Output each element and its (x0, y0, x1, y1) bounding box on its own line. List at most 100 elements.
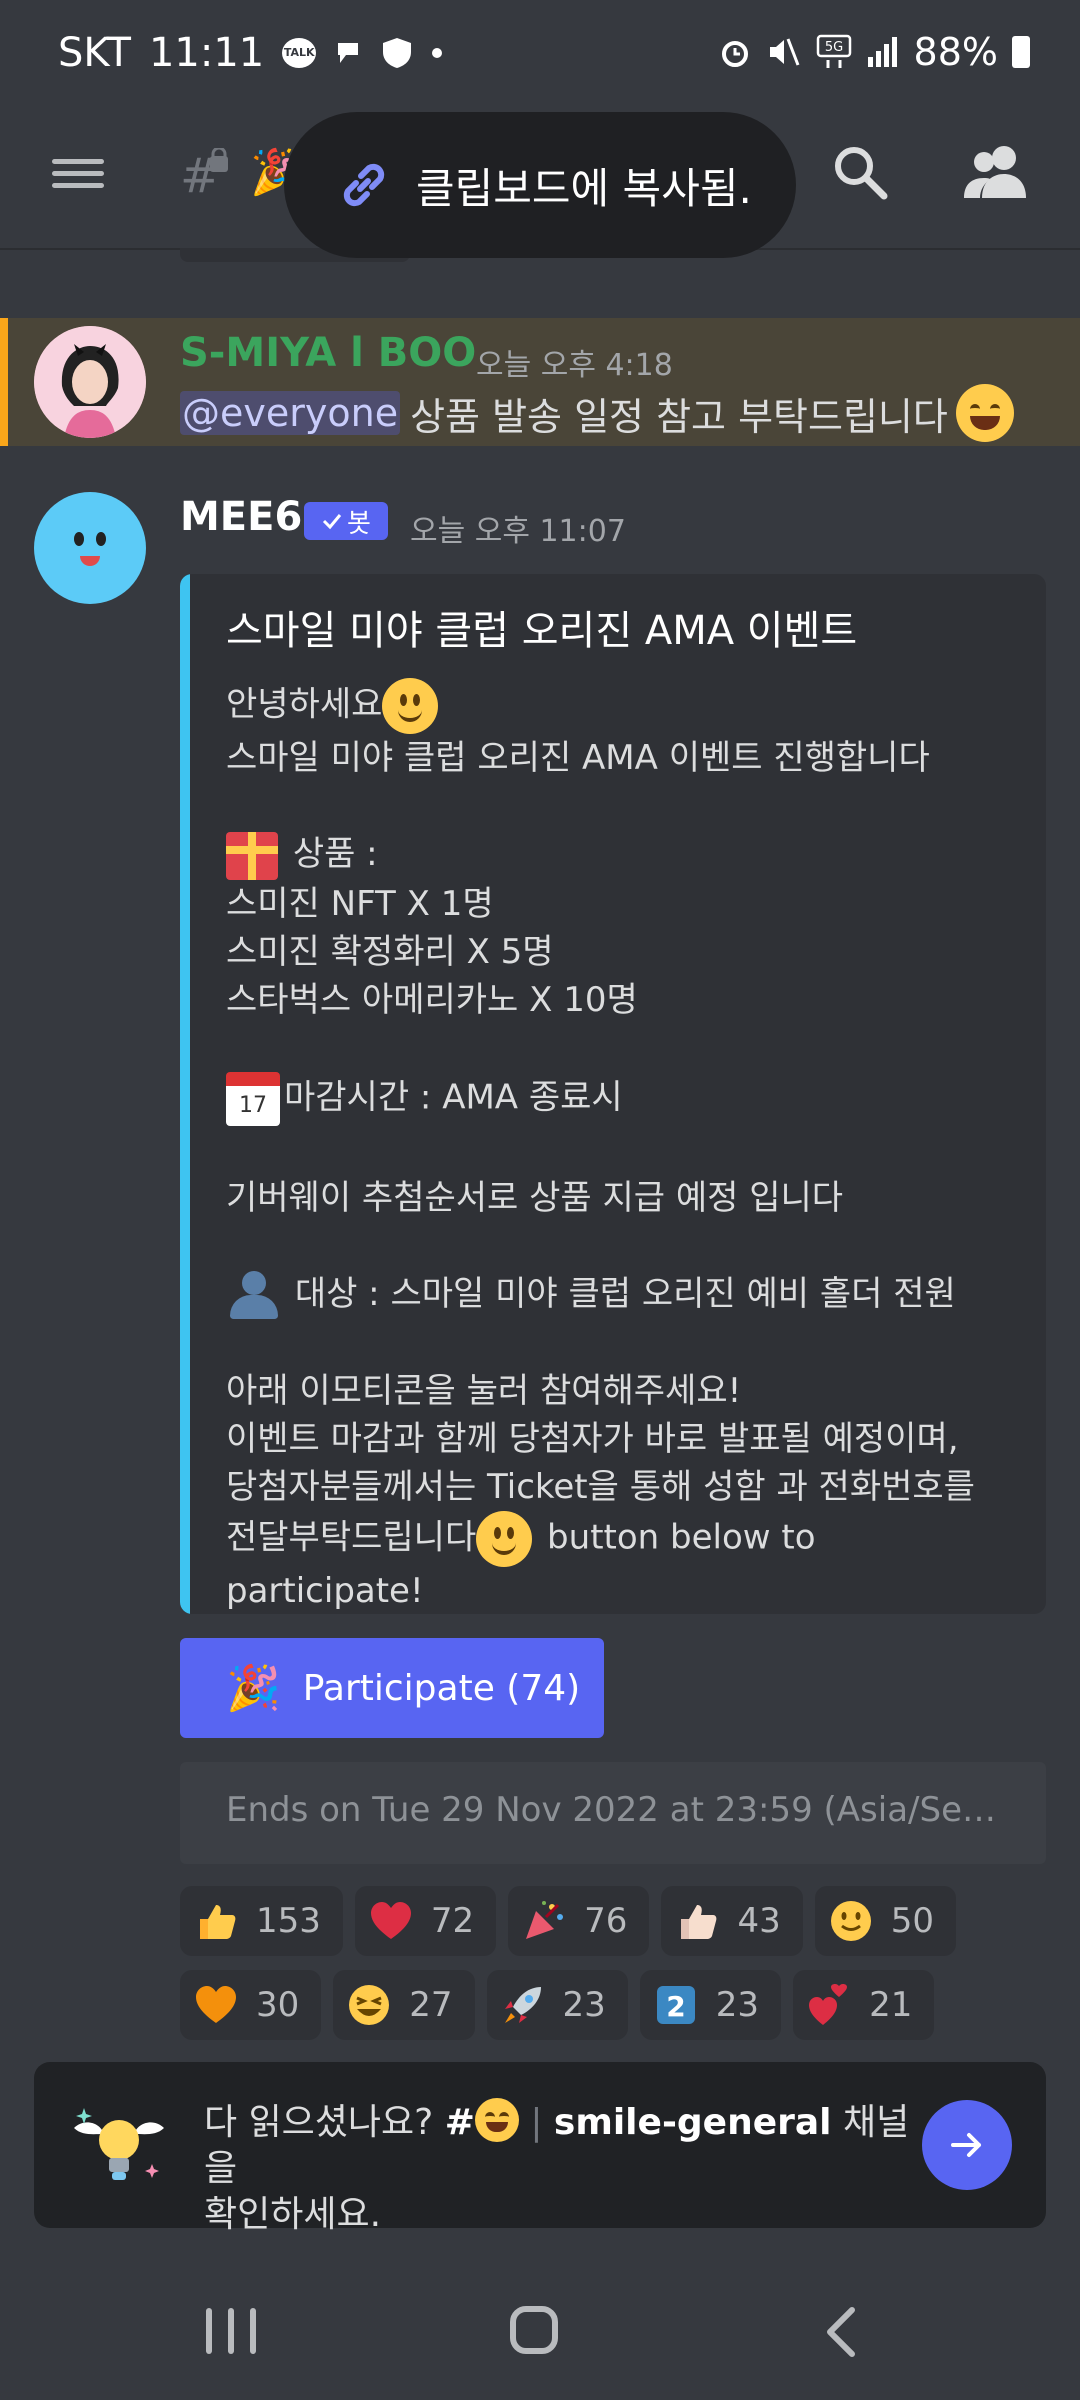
arrow-right-icon (951, 2133, 981, 2157)
battery-icon (1012, 36, 1030, 68)
reaction-heart[interactable]: 72 (354, 1886, 497, 1956)
carrier-label: SKT (58, 30, 131, 76)
read-all-banner[interactable]: 다 읽으셨나요? # | smile-general 채널을 확인하세요. (34, 2062, 1046, 2235)
participate-button[interactable]: 🎉 Participate (74) (180, 1638, 604, 1738)
locked-channel-icon: # (180, 148, 228, 202)
message-content: @everyone 상품 발송 일정 참고 부탁드립니다 (180, 384, 1014, 442)
toast-text: 클립보드에 복사됨. (416, 163, 752, 213)
reaction-row: 153 72 76 43 50 (180, 1886, 1060, 1956)
smiley-icon (382, 678, 439, 734)
reaction-orange-heart[interactable]: 30 (180, 1970, 322, 2040)
reaction-count: 27 (409, 1985, 453, 2025)
embed-accent-bar (180, 574, 190, 1614)
ends-text: Ends on Tue 29 Nov 2022 at 23:59 (Asia/S… (226, 1790, 1006, 1830)
vpn-icon (383, 38, 412, 68)
embed-line: 스미진 NFT X 1명 (226, 883, 494, 924)
embed-line: 마감시간 : AMA 종료시 (284, 1077, 623, 1117)
dot-icon (432, 48, 443, 58)
mute-icon (769, 38, 799, 66)
embed-line: 스타벅스 아메리카노 X 10명 (226, 979, 638, 1020)
banner-line: 확인하세요. (204, 2194, 382, 2235)
reaction-count: 23 (715, 1985, 760, 2025)
embed-line: participate! (226, 1571, 424, 1611)
embed-line: 전달부탁드립니다 (226, 1517, 477, 1558)
embed-line: 스미진 확정화리 X 5명 (226, 931, 554, 972)
copied-toast: 클립보드에 복사됨. (284, 112, 796, 258)
everyone-mention[interactable]: @everyone (180, 391, 401, 435)
talk-icon: TALK (282, 38, 317, 68)
back-button[interactable] (820, 2304, 864, 2360)
status-bar: SKT 11:11 TALK 5G 88% (0, 0, 1080, 110)
reaction-count: 72 (430, 1901, 475, 1941)
reaction-slight-smile[interactable]: 50 (814, 1886, 956, 1956)
embed-line: 대상 : 스마일 미야 클럽 오리진 예비 홀더 전원 (294, 1273, 956, 1314)
avatar[interactable] (34, 326, 146, 438)
grinning-squinting-emoji-icon (955, 384, 1014, 442)
mention-highlight-bar (0, 318, 8, 446)
reaction-count: 23 (562, 1985, 606, 2025)
link-icon (343, 163, 385, 207)
recent-apps-button[interactable] (206, 2308, 256, 2354)
go-to-channel-button[interactable] (922, 2100, 1012, 2190)
reaction-keycap-two[interactable]: 2 23 (639, 1970, 782, 2040)
svg-text:2: 2 (666, 1990, 685, 2023)
message-author[interactable]: S-MIYA l BOO (180, 330, 476, 376)
laughing-icon (474, 2098, 519, 2142)
menu-button[interactable] (52, 152, 104, 204)
channel-link[interactable]: smile-general (554, 2102, 832, 2143)
participate-label: Participate (74) (302, 1667, 581, 1709)
reaction-party[interactable]: 76 (508, 1886, 650, 1956)
reaction-thumbs-up-light[interactable]: 43 (661, 1886, 803, 1956)
ends-info: Ends on Tue 29 Nov 2022 at 23:59 (Asia/S… (180, 1762, 1046, 1864)
message-text: 상품 발송 일정 참고 부탁드립니다 (410, 394, 948, 439)
reaction-count: 153 (256, 1901, 321, 1941)
reaction-row: 30 27 23 2 23 21 (180, 1970, 1060, 2040)
reaction-count: 30 (256, 1985, 300, 2025)
system-nav-bar (0, 2264, 1080, 2400)
keycap-two-icon: 2 (656, 1986, 695, 2024)
reaction-count: 43 (737, 1901, 781, 1941)
reactions: 153 72 76 43 50 30 27 23 2 23 21 (180, 1886, 1060, 2054)
embed-description: 안녕하세요 스마일 미야 클럽 오리진 AMA 이벤트 진행합니다 상품 : 스… (226, 678, 1026, 1614)
reaction-thumbs-up[interactable]: 153 (180, 1886, 343, 1956)
notification-icon (338, 43, 359, 63)
svg-text:5G: 5G (824, 40, 842, 55)
embed-line: 안녕하세요 (226, 684, 383, 725)
slight-smile-icon (476, 1511, 533, 1567)
status-left: SKT 11:11 TALK (58, 30, 443, 76)
bot-author[interactable]: MEE6 (180, 494, 302, 540)
members-icon[interactable] (960, 140, 1030, 206)
winged-lightbulb-icon (74, 2108, 164, 2180)
5g-icon: 5G (816, 34, 851, 68)
thumbs-up-light-icon (681, 1905, 717, 1939)
embed-title: 스마일 미야 클럽 오리진 AMA 이벤트 (226, 608, 858, 654)
embed-line: 이벤트 마감과 함께 당첨자가 바로 발표될 예정이며, (226, 1419, 959, 1459)
embed-line: 상품 : (292, 834, 378, 874)
search-icon[interactable] (830, 142, 890, 202)
battery-level: 88% (913, 30, 998, 74)
heart-exclamation-icon (809, 1984, 848, 2025)
separator: | (518, 2102, 554, 2143)
bot-badge: 봇 (304, 502, 388, 540)
embed-line: 기버웨이 추첨순서로 상품 지급 예정 입니다 (226, 1177, 844, 1218)
message-timestamp: 오늘 오후 4:18 (476, 348, 673, 383)
embed-line: 당첨자분들께서는 Ticket을 통해 성함 과 전화번호를 (226, 1467, 975, 1507)
home-button[interactable] (510, 2306, 558, 2354)
alarm-icon (721, 41, 748, 67)
reaction-count: 76 (584, 1901, 628, 1941)
embed-line: 아래 이모티콘을 눌러 참여해주세요! (226, 1371, 742, 1411)
reaction-laughing[interactable]: 27 (333, 1970, 475, 2040)
bot-badge-label: 봇 (347, 508, 371, 539)
gift-icon (226, 831, 278, 880)
reaction-heart-exclamation[interactable]: 21 (793, 1970, 935, 2040)
embed-line: button below to (536, 1517, 816, 1558)
embed-line: 스마일 미야 클럽 오리진 AMA 이벤트 진행합니다 (226, 738, 930, 778)
reaction-rocket[interactable]: 23 (486, 1970, 628, 2040)
banner-line: 다 읽으셨나요? (204, 2102, 445, 2143)
slight-smile-icon (830, 1901, 871, 1941)
calendar-icon: 17 (226, 1071, 280, 1126)
clock: 11:11 (148, 30, 265, 76)
channel-hash: # (444, 2102, 475, 2143)
busts-icon (226, 1271, 280, 1319)
bot-avatar[interactable] (34, 492, 146, 604)
